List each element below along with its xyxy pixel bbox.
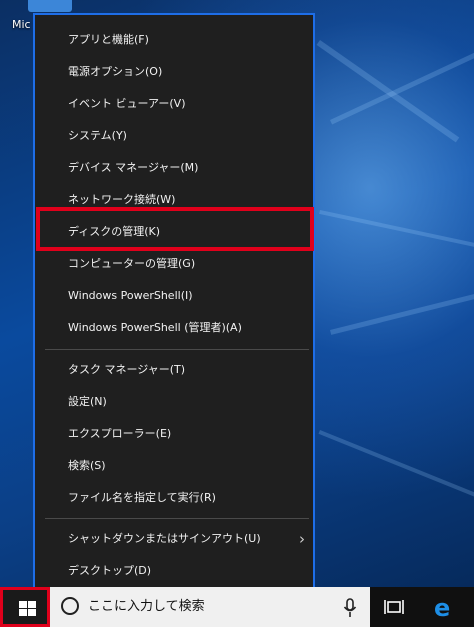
- wallpaper-light-beam: [318, 430, 474, 498]
- microphone-icon[interactable]: [342, 598, 358, 618]
- menu-item-computer-management[interactable]: コンピューターの管理(G): [35, 249, 313, 279]
- edge-browser-icon[interactable]: e: [434, 594, 450, 622]
- start-button[interactable]: [0, 587, 50, 627]
- menu-item-settings[interactable]: 設定(N): [35, 387, 313, 417]
- menu-item-powershell[interactable]: Windows PowerShell(I): [35, 281, 313, 311]
- menu-item-task-manager[interactable]: タスク マネージャー(T): [35, 355, 313, 385]
- menu-item-label: シャットダウンまたはサインアウト(U): [68, 532, 261, 545]
- taskbar: ここに入力して検索 e: [0, 587, 474, 627]
- desktop-app-icon[interactable]: [28, 0, 72, 12]
- winx-context-menu: アプリと機能(F) 電源オプション(O) イベント ビューアー(V) システム(…: [33, 13, 315, 591]
- menu-item-system[interactable]: システム(Y): [35, 121, 313, 151]
- menu-item-powershell-admin[interactable]: Windows PowerShell (管理者)(A): [35, 313, 313, 343]
- task-view-icon[interactable]: [384, 598, 404, 616]
- menu-item-search[interactable]: 検索(S): [35, 451, 313, 481]
- menu-divider: [45, 349, 309, 350]
- windows-start-icon: [19, 601, 36, 616]
- menu-item-run[interactable]: ファイル名を指定して実行(R): [35, 483, 313, 513]
- menu-item-desktop[interactable]: デスクトップ(D): [35, 556, 313, 586]
- desktop-icon-label[interactable]: Mic: [12, 18, 31, 31]
- menu-divider: [45, 518, 309, 519]
- disk-management-highlight-box: [36, 207, 314, 251]
- search-circle-icon: [61, 597, 79, 615]
- wallpaper-light-beam: [330, 291, 474, 335]
- wallpaper-light-beam: [316, 40, 460, 143]
- chevron-right-icon: ›: [299, 530, 305, 548]
- search-placeholder: ここに入力して検索: [88, 599, 205, 614]
- menu-item-apps-features[interactable]: アプリと機能(F): [35, 25, 313, 55]
- menu-item-event-viewer[interactable]: イベント ビューアー(V): [35, 89, 313, 119]
- menu-item-shutdown-signout[interactable]: シャットダウンまたはサインアウト(U) ›: [35, 524, 313, 554]
- menu-item-device-manager[interactable]: デバイス マネージャー(M): [35, 153, 313, 183]
- wallpaper-light-beam: [319, 210, 474, 250]
- menu-item-file-explorer[interactable]: エクスプローラー(E): [35, 419, 313, 449]
- menu-item-power-options[interactable]: 電源オプション(O): [35, 57, 313, 87]
- taskbar-search-box[interactable]: ここに入力して検索: [50, 587, 370, 627]
